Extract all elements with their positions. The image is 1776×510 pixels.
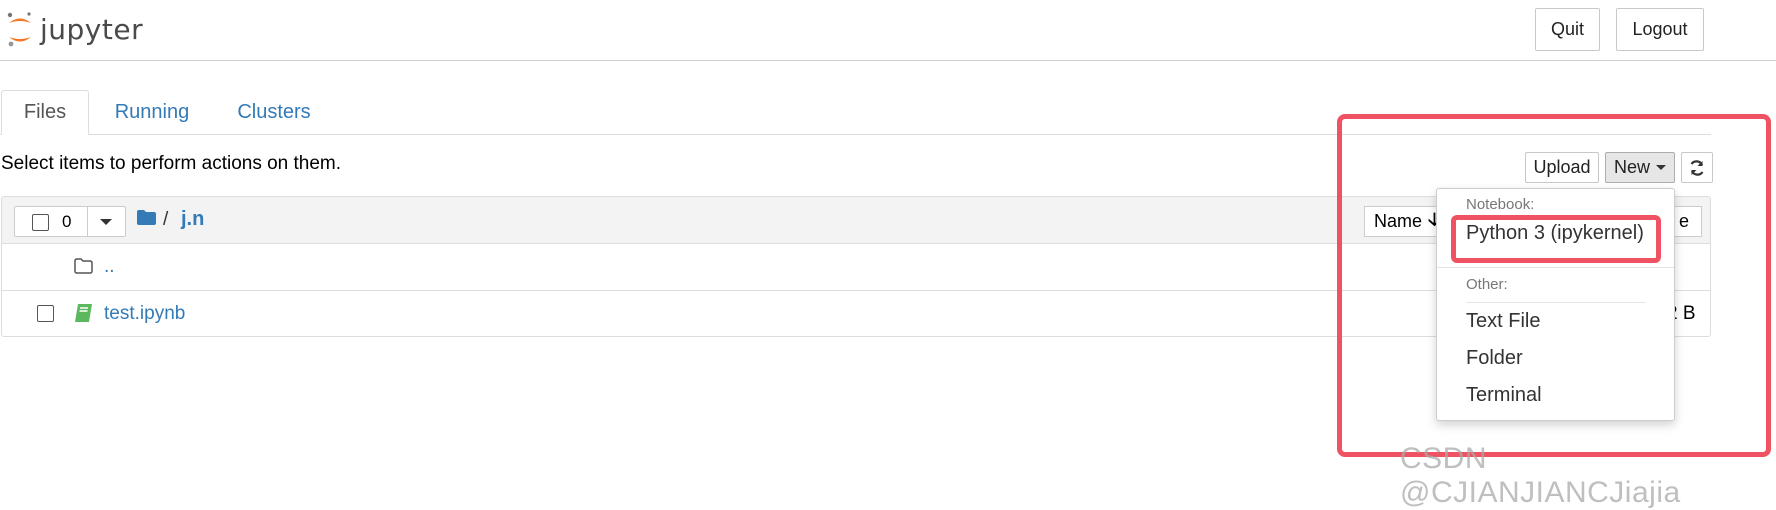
select-all-group[interactable]: 0 xyxy=(14,206,126,237)
file-link[interactable]: test.ipynb xyxy=(104,303,185,325)
folder-icon[interactable] xyxy=(137,210,156,225)
header: jupyter Quit Logout xyxy=(0,0,1776,61)
folder-open-outline-icon xyxy=(74,258,93,274)
select-all-checkbox[interactable] xyxy=(32,214,49,231)
select-dropdown-caret-icon[interactable] xyxy=(100,219,112,225)
row-checkbox[interactable] xyxy=(37,305,54,322)
annotation-highlight-box xyxy=(1337,114,1771,457)
watermark: CSDN @CJIANJIANCJiajia xyxy=(1400,442,1681,509)
divider xyxy=(87,207,88,236)
tab-running[interactable]: Running xyxy=(104,90,200,134)
parent-dir-link[interactable]: .. xyxy=(104,256,115,278)
notebook-icon xyxy=(75,304,92,322)
breadcrumb-separator: / xyxy=(163,209,169,230)
logout-button[interactable]: Logout xyxy=(1616,8,1704,51)
annotation-highlight-python3 xyxy=(1451,215,1661,263)
jupyter-logo-icon xyxy=(7,12,31,47)
quit-button[interactable]: Quit xyxy=(1535,8,1600,51)
breadcrumb-current-dir[interactable]: j.n xyxy=(181,208,204,231)
logo-text: jupyter xyxy=(40,12,144,46)
tab-clusters[interactable]: Clusters xyxy=(226,90,322,134)
tab-files[interactable]: Files xyxy=(1,90,89,135)
selected-count: 0 xyxy=(62,212,72,231)
instructions-text: Select items to perform actions on them. xyxy=(1,153,342,174)
jupyter-logo[interactable]: jupyter xyxy=(6,6,143,52)
